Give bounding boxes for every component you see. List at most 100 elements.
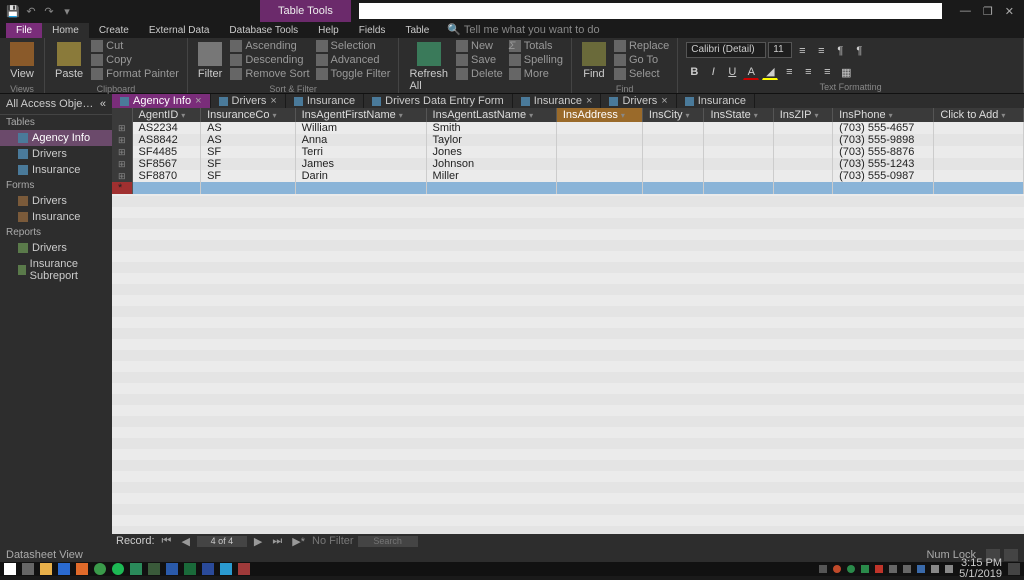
close-icon[interactable]: ×	[586, 95, 592, 107]
more-button[interactable]: More	[509, 68, 563, 80]
cell[interactable]: SF4485	[132, 146, 201, 158]
remove-sort-button[interactable]: Remove Sort	[230, 68, 309, 80]
doc-tab[interactable]: Agency Info×	[112, 94, 211, 108]
doc-tab[interactable]: Insurance	[677, 94, 755, 108]
tray-icon[interactable]	[945, 565, 953, 573]
nav-item[interactable]: Agency Info	[0, 130, 112, 146]
new-record-button[interactable]: ▶*	[289, 535, 308, 548]
row-selector[interactable]: ⊞	[112, 122, 132, 134]
column-header[interactable]: InsAddress▾	[556, 108, 642, 122]
cell[interactable]: SF8567	[132, 158, 201, 170]
paste-button[interactable]: Paste	[53, 40, 85, 82]
doc-tab[interactable]: Drivers Data Entry Form	[364, 94, 513, 108]
refresh-button[interactable]: Refresh All	[407, 40, 450, 94]
cell[interactable]: Jones	[426, 146, 556, 158]
record-position[interactable]	[197, 536, 247, 547]
next-record-button[interactable]: ▶	[251, 535, 265, 548]
ascending-button[interactable]: Ascending	[230, 40, 309, 52]
cell[interactable]: Anna	[295, 134, 426, 146]
column-header[interactable]: InsCity▾	[642, 108, 704, 122]
doc-tab[interactable]: Insurance	[286, 94, 364, 108]
align-center-button[interactable]: ≡	[800, 64, 816, 80]
tray-icon[interactable]	[903, 565, 911, 573]
cell[interactable]	[704, 146, 773, 158]
save-record-button[interactable]: Save	[456, 54, 503, 66]
cell[interactable]: SF	[201, 170, 296, 182]
cell[interactable]	[642, 134, 704, 146]
spelling-button[interactable]: Spelling	[509, 54, 563, 66]
align-left-button[interactable]: ≡	[781, 64, 797, 80]
font-color-button[interactable]: A	[743, 64, 759, 80]
cell[interactable]: SF	[201, 158, 296, 170]
cell[interactable]	[934, 158, 1024, 170]
doc-tab[interactable]: Drivers×	[601, 94, 676, 108]
nav-item[interactable]: Drivers	[0, 240, 112, 256]
cell[interactable]	[704, 170, 773, 182]
cell[interactable]: Terri	[295, 146, 426, 158]
new-row[interactable]: *	[112, 182, 1024, 194]
cell[interactable]: AS	[201, 134, 296, 146]
redo-icon[interactable]: ↷	[42, 4, 56, 18]
column-header[interactable]: InsPhone▾	[833, 108, 934, 122]
cell[interactable]: Johnson	[426, 158, 556, 170]
notifications-icon[interactable]	[1008, 563, 1020, 575]
advanced-button[interactable]: Advanced	[316, 54, 391, 66]
cell[interactable]	[295, 182, 426, 194]
cell[interactable]	[556, 170, 642, 182]
edge-icon[interactable]	[58, 563, 70, 575]
outlook-icon[interactable]	[166, 563, 178, 575]
start-button[interactable]	[4, 563, 16, 575]
app2-icon[interactable]	[148, 563, 160, 575]
taskview-icon[interactable]	[22, 563, 34, 575]
cell[interactable]: Smith	[426, 122, 556, 134]
find-button[interactable]: Find	[580, 40, 608, 82]
ltr-button[interactable]: ¶	[832, 43, 848, 59]
indent-dec-button[interactable]: ≡	[794, 43, 810, 59]
cell[interactable]	[934, 146, 1024, 158]
totals-button[interactable]: ΣTotals	[509, 40, 563, 52]
new-button[interactable]: New	[456, 40, 503, 52]
indent-inc-button[interactable]: ≡	[813, 43, 829, 59]
table-row[interactable]: ⊞AS8842ASAnnaTaylor(703) 555-9898	[112, 134, 1024, 146]
doc-tab[interactable]: Insurance×	[513, 94, 602, 108]
new-row-selector[interactable]: *	[112, 182, 132, 194]
tell-me[interactable]: 🔍 Tell me what you want to do	[439, 21, 607, 38]
cell[interactable]	[556, 122, 642, 134]
cell[interactable]: Darin	[295, 170, 426, 182]
cell[interactable]	[704, 182, 773, 194]
table-row[interactable]: ⊞SF8567SFJamesJohnson(703) 555-1243	[112, 158, 1024, 170]
underline-button[interactable]: U	[724, 64, 740, 80]
record-search-input[interactable]	[358, 536, 418, 547]
cell[interactable]	[773, 134, 832, 146]
cell[interactable]: SF	[201, 146, 296, 158]
format-painter-button[interactable]: Format Painter	[91, 68, 179, 80]
rtl-button[interactable]: ¶	[851, 43, 867, 59]
ribbon-tab-create[interactable]: Create	[89, 23, 139, 38]
italic-button[interactable]: I	[705, 64, 721, 80]
cell[interactable]	[773, 158, 832, 170]
firefox-icon[interactable]	[76, 563, 88, 575]
ribbon-tab-database-tools[interactable]: Database Tools	[219, 23, 308, 38]
tray-icon[interactable]	[847, 565, 855, 573]
chrome-icon[interactable]	[94, 563, 106, 575]
nav-header[interactable]: All Access Obje…	[6, 98, 93, 110]
maximize-button[interactable]: ❐	[983, 5, 993, 18]
tray-icon[interactable]	[889, 565, 897, 573]
word-icon[interactable]	[202, 563, 214, 575]
tray-icon[interactable]	[819, 565, 827, 573]
table-row[interactable]: ⊞AS2234ASWilliamSmith(703) 555-4657	[112, 122, 1024, 134]
cell[interactable]	[642, 158, 704, 170]
ribbon-tab-home[interactable]: Home	[42, 23, 89, 38]
goto-button[interactable]: Go To	[614, 54, 669, 66]
cell[interactable]	[642, 170, 704, 182]
cell[interactable]	[934, 182, 1024, 194]
close-button[interactable]: ✕	[1005, 5, 1014, 18]
prev-record-button[interactable]: ◀	[178, 535, 192, 548]
bold-button[interactable]: B	[686, 64, 702, 80]
nav-item[interactable]: Drivers	[0, 193, 112, 209]
align-right-button[interactable]: ≡	[819, 64, 835, 80]
cell[interactable]	[556, 134, 642, 146]
excel-icon[interactable]	[184, 563, 196, 575]
copy-button[interactable]: Copy	[91, 54, 179, 66]
cell[interactable]	[773, 170, 832, 182]
